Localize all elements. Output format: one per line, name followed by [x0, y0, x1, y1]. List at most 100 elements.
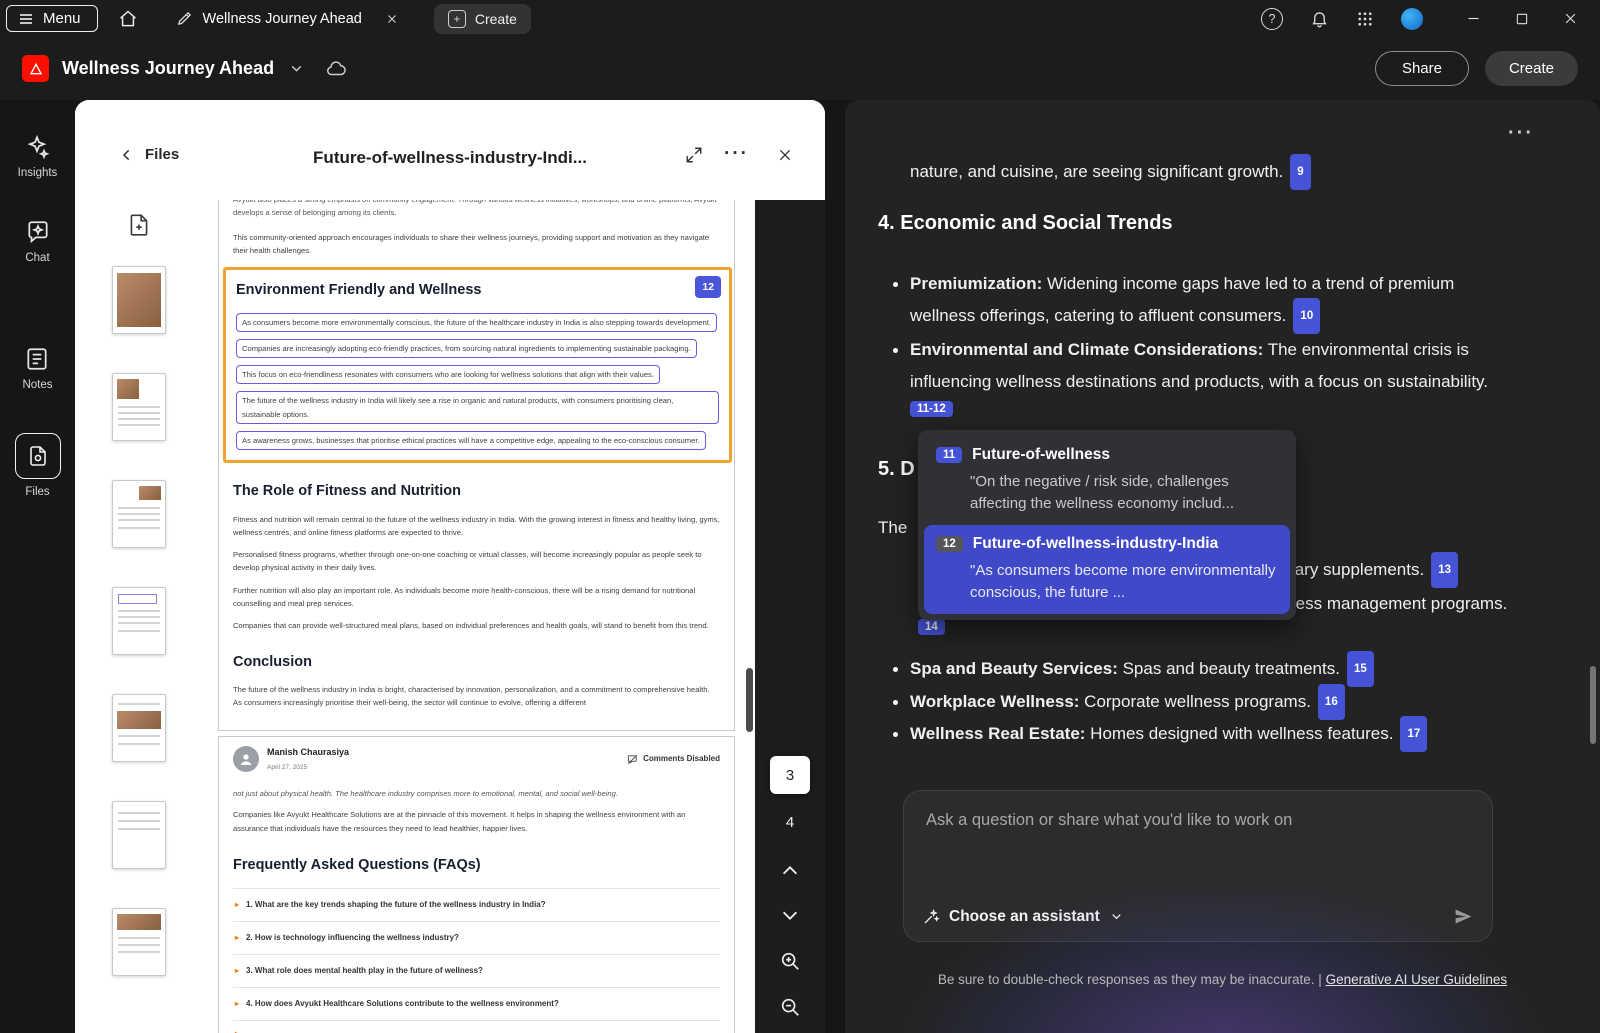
page-thumbnail[interactable]	[112, 908, 166, 976]
citation-badge[interactable]: 13	[1431, 552, 1458, 588]
citation-badge[interactable]: 15	[1347, 651, 1374, 687]
highlighted-sentence[interactable]: This focus on eco-friendliness resonates…	[236, 365, 660, 384]
edit-pen-icon	[176, 10, 193, 27]
page-thumbnail[interactable]	[112, 266, 166, 334]
viewer-more-options-icon[interactable]: ···	[724, 144, 749, 164]
citation-badge[interactable]: 14	[918, 619, 945, 635]
menu-button[interactable]: Menu	[6, 5, 98, 32]
add-page-icon[interactable]	[126, 212, 152, 238]
citation-badge[interactable]: 17	[1400, 716, 1427, 752]
document-tab[interactable]: Wellness Journey Ahead	[164, 4, 410, 33]
ai-disclaimer: Be sure to double-check responses as the…	[845, 972, 1600, 987]
page-down-icon[interactable]	[779, 904, 801, 926]
notifications-bell-icon[interactable]	[1310, 9, 1329, 28]
faq-item[interactable]: ▸	[233, 1021, 720, 1033]
close-window-icon[interactable]	[1563, 11, 1578, 26]
highlighted-sentence[interactable]: Companies are increasingly adopting eco-…	[236, 339, 697, 358]
create-tab-button[interactable]: + Create	[434, 4, 531, 34]
viewer-doc-title: Future-of-wellness-industry-Indi...	[195, 148, 705, 168]
faq-item[interactable]: ▸ 1. What are the key trends shaping the…	[233, 888, 720, 922]
sidebar-item-files[interactable]: Files	[15, 433, 61, 498]
bullet-dot	[893, 282, 898, 287]
back-to-files-button[interactable]: Files	[119, 146, 179, 163]
sidebar-item-insights[interactable]: Insights	[18, 134, 58, 179]
caret-right-icon: ▸	[235, 1000, 239, 1008]
sidebar-item-label: Notes	[22, 379, 52, 391]
citation-quote: "On the negative / risk side, challenges…	[970, 471, 1278, 515]
minimize-icon[interactable]	[1466, 11, 1481, 26]
maximize-icon[interactable]	[1515, 12, 1529, 26]
choose-assistant-dropdown[interactable]: Choose an assistant	[922, 908, 1124, 926]
highlighted-sentence[interactable]: As awareness grows, businesses that prio…	[236, 431, 706, 450]
ai-assistant-panel: ··· nature, and cuisine, are seeing sign…	[845, 100, 1600, 1033]
expand-icon[interactable]	[685, 146, 703, 164]
acrobat-logo-icon	[22, 55, 49, 82]
citation-badge-12[interactable]: 12	[695, 276, 721, 297]
share-button[interactable]: Share	[1375, 51, 1469, 86]
page-thumbnail[interactable]	[112, 480, 166, 548]
citation-source-item[interactable]: 11 Future-of-wellness "On the negative /…	[924, 436, 1290, 525]
page-thumbnail[interactable]	[112, 373, 166, 441]
user-avatar[interactable]	[1401, 8, 1423, 30]
response-heading-partial: 5. D	[878, 458, 915, 481]
zoom-in-icon[interactable]	[779, 950, 801, 972]
citation-badge[interactable]: 10	[1293, 298, 1320, 334]
paragraph: Further nutrition will also play an impo…	[233, 584, 720, 611]
assistant-more-options-icon[interactable]: ···	[1508, 124, 1534, 142]
create-button[interactable]: Create	[1485, 51, 1578, 86]
faq-item[interactable]: ▸ 3. What role does mental health play i…	[233, 955, 720, 988]
document-scrollbar[interactable]	[746, 668, 753, 732]
assistant-scrollbar[interactable]	[1590, 666, 1596, 744]
highlighted-region[interactable]: 12 Environment Friendly and Wellness As …	[223, 267, 732, 463]
faq-item[interactable]: ▸ 2. How is technology influencing the w…	[233, 922, 720, 955]
left-sidebar: Insights Chat Notes Fil	[0, 100, 75, 1033]
document-canvas: Avyukt also places a strong emphasis on …	[203, 200, 755, 1033]
disclaimer-text: Be sure to double-check responses as the…	[938, 972, 1322, 987]
caret-right-icon: ▸	[235, 901, 239, 909]
response-text: nature, and cuisine, are seeing signific…	[910, 156, 1530, 192]
faq-question: 3. What role does mental health play in …	[246, 964, 483, 978]
occluded-text: ress management programs.	[1290, 588, 1507, 620]
tab-close-icon[interactable]	[386, 13, 398, 25]
page-thumbnail[interactable]	[112, 587, 166, 655]
page-thumbnail[interactable]	[112, 801, 166, 869]
highlighted-sentence[interactable]: The future of the wellness industry in I…	[236, 391, 719, 424]
citation-source-item-selected[interactable]: 12 Future-of-wellness-industry-India "As…	[924, 525, 1290, 614]
citation-badge: 12	[936, 536, 963, 552]
home-icon[interactable]	[118, 9, 138, 29]
faq-item[interactable]: ▸ 4. How does Avyukt Healthcare Solution…	[233, 988, 720, 1021]
next-page-number[interactable]: 4	[786, 814, 794, 831]
page-thumbnail[interactable]	[112, 694, 166, 762]
send-icon[interactable]	[1453, 906, 1474, 927]
bullet-lead: Spa and Beauty Services:	[910, 659, 1118, 678]
insights-icon	[24, 134, 50, 160]
paragraph: This community-oriented approach encoura…	[233, 231, 720, 258]
bullet-dot	[893, 348, 898, 353]
title-chevron-down-icon[interactable]	[288, 60, 305, 77]
caret-right-icon: ▸	[235, 934, 239, 942]
help-icon[interactable]: ?	[1261, 8, 1283, 30]
prompt-input[interactable]	[914, 801, 1482, 901]
paragraph: not just about physical health. The heal…	[233, 787, 720, 800]
viewer-close-icon[interactable]	[777, 147, 793, 163]
response-fragment: tary supplements.	[1290, 560, 1424, 579]
document-viewer-panel: Files Future-of-wellness-industry-Indi..…	[75, 100, 825, 1033]
zoom-out-icon[interactable]	[779, 996, 801, 1018]
citation-badge[interactable]: 9	[1290, 154, 1310, 190]
sidebar-item-chat[interactable]: Chat	[25, 219, 51, 264]
ai-guidelines-link[interactable]: Generative AI User Guidelines	[1326, 972, 1508, 987]
citation-badge[interactable]: 16	[1318, 684, 1345, 720]
page-up-icon[interactable]	[779, 860, 801, 882]
comments-disabled-icon	[627, 754, 638, 765]
thumbnail-panel	[75, 200, 203, 1033]
bullet-dot	[893, 700, 898, 705]
app-grid-icon[interactable]	[1356, 10, 1374, 28]
sidebar-item-label: Chat	[25, 252, 49, 264]
caret-right-icon: ▸	[235, 967, 239, 975]
citation-badge[interactable]: 11-12	[910, 401, 953, 417]
highlighted-sentence[interactable]: As consumers become more environmentally…	[236, 313, 717, 332]
sidebar-item-notes[interactable]: Notes	[22, 346, 52, 391]
notes-icon	[24, 346, 50, 372]
current-page-indicator[interactable]: 3	[770, 756, 810, 794]
paragraph: Companies like Avyukt Healthcare Solutio…	[233, 808, 720, 835]
